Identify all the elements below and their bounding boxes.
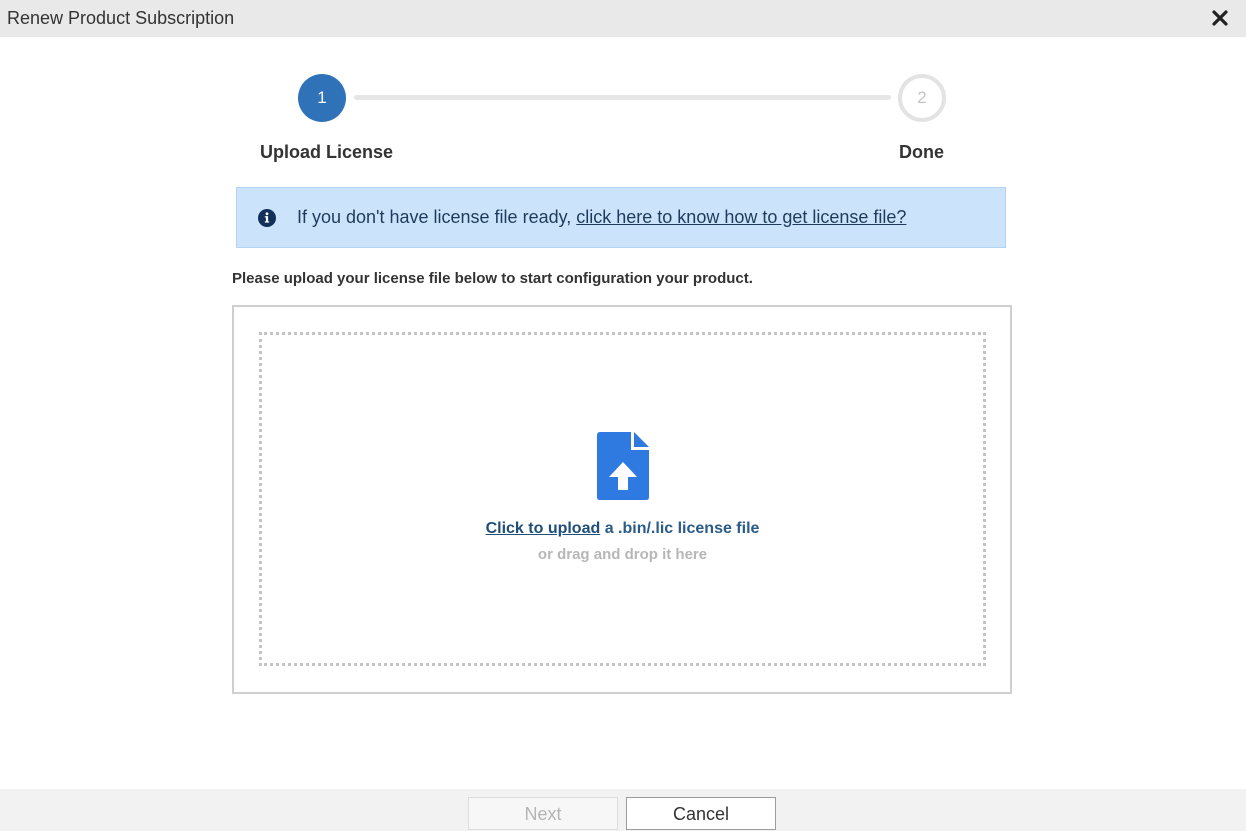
drag-drop-hint: or drag and drop it here xyxy=(537,546,708,563)
info-banner: If you don't have license file ready, cl… xyxy=(236,187,1006,248)
upload-panel: Click to upload a .bin/.lic license file… xyxy=(232,305,1012,694)
info-message: If you don't have license file ready, cl… xyxy=(297,207,906,228)
stepper-progress-line xyxy=(354,95,891,100)
stepper: 1 2 Upload License Done xyxy=(250,74,950,174)
step-2-label: Done xyxy=(899,142,944,162)
info-icon xyxy=(258,209,276,227)
info-text: If you don't have license file ready, xyxy=(297,207,577,227)
upload-file-types: a .bin/.lic license file xyxy=(600,520,760,537)
file-upload-icon[interactable] xyxy=(597,432,649,500)
step-2-indicator: 2 xyxy=(898,74,946,122)
step-1-indicator: 1 xyxy=(298,74,346,122)
renew-subscription-dialog: Renew Product Subscription 1 2 Upload Li… xyxy=(0,0,1246,831)
click-to-upload-link[interactable]: Click to upload xyxy=(486,520,601,537)
upload-prompt: Click to upload a .bin/.lic license file xyxy=(262,520,983,538)
dialog-title: Renew Product Subscription xyxy=(7,8,235,28)
close-icon[interactable] xyxy=(1208,6,1232,30)
upload-instructions: Please upload your license file below to… xyxy=(232,270,753,287)
file-dropzone[interactable]: Click to upload a .bin/.lic license file… xyxy=(259,332,986,666)
cancel-button[interactable]: Cancel xyxy=(626,797,776,830)
step-1-label: Upload License xyxy=(260,142,394,162)
license-help-link[interactable]: click here to know how to get license fi… xyxy=(576,207,906,227)
dialog-footer: Next Cancel xyxy=(0,789,1246,831)
dialog-titlebar: Renew Product Subscription xyxy=(0,0,1246,37)
next-button[interactable]: Next xyxy=(468,797,618,830)
